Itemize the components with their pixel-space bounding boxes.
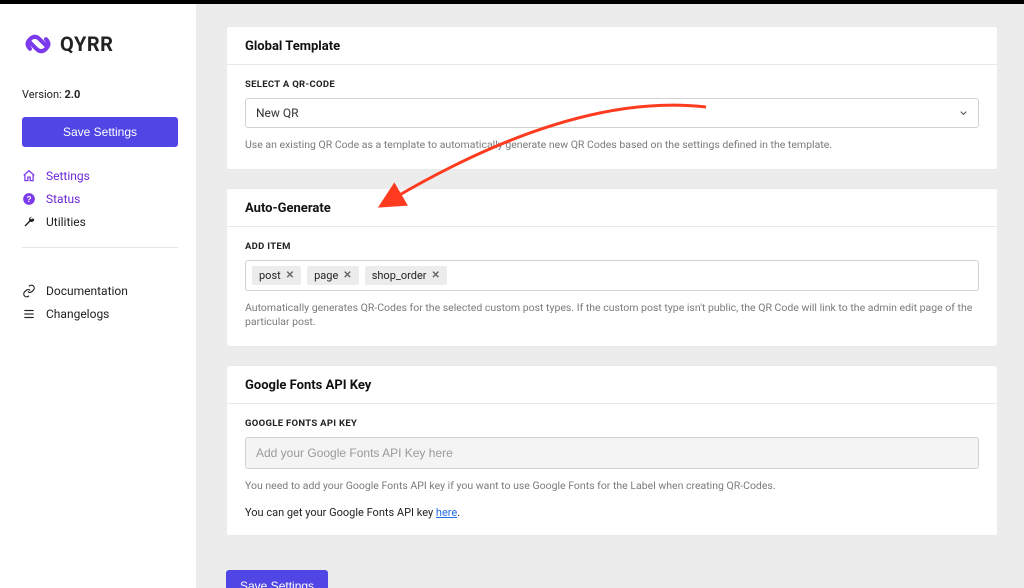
wrench-icon [22,215,36,229]
help-text-auto-generate: Automatically generates QR-Codes for the… [245,301,979,330]
panel-google-fonts: Google Fonts API Key GOOGLE FONTS API KE… [226,365,998,536]
tag-remove-icon[interactable]: ✕ [343,270,351,281]
question-icon: ? [22,192,36,206]
tag-label: post [259,269,281,282]
link-icon [22,284,36,298]
help-text-google-fonts: You need to add your Google Fonts API ke… [245,479,979,494]
field-label-api-key: GOOGLE FONTS API KEY [245,418,979,429]
panel-auto-generate: Auto-Generate ADD ITEM post ✕ page ✕ sho… [226,188,998,347]
sidebar-link-changelogs[interactable]: Changelogs [22,307,178,321]
brand-logo-icon [22,28,54,60]
save-settings-button[interactable]: Save Settings [226,570,328,588]
sidebar-link-label: Documentation [46,284,128,298]
sidebar: QYRR Version: 2.0 Save Settings Settings… [0,4,196,588]
sidebar-link-label: Changelogs [46,307,109,321]
sidebar-item-label: Settings [46,169,90,183]
brand-name: QYRR [60,32,113,56]
tag-post: post ✕ [252,266,301,285]
tag-label: shop_order [372,269,427,282]
sidebar-nav: Settings ? Status Utilities [22,169,178,229]
sidebar-item-status[interactable]: ? Status [22,192,178,206]
field-label-select-qr: SELECT A QR-CODE [245,79,979,90]
sidebar-item-label: Status [46,192,80,206]
list-icon [22,307,36,321]
version-label: Version: 2.0 [22,88,178,101]
google-fonts-note: You can get your Google Fonts API key he… [245,506,979,519]
svg-text:?: ? [27,195,32,204]
qr-template-select[interactable]: New QR [245,98,979,128]
panel-title: Auto-Generate [227,189,997,227]
tag-remove-icon[interactable]: ✕ [432,270,440,281]
save-settings-sidebar-button[interactable]: Save Settings [22,117,178,147]
home-icon [22,169,36,183]
field-label-add-item: ADD ITEM [245,241,979,252]
google-fonts-api-key-input[interactable] [245,437,979,469]
tag-label: page [314,269,338,282]
sidebar-divider [22,247,178,248]
panel-title: Global Template [227,27,997,65]
sidebar-item-settings[interactable]: Settings [22,169,178,183]
panel-title: Google Fonts API Key [227,366,997,404]
help-text-global-template: Use an existing QR Code as a template to… [245,138,979,153]
brand-logo: QYRR [22,28,178,60]
google-fonts-link[interactable]: here [436,506,457,519]
sidebar-links: Documentation Changelogs [22,284,178,321]
panel-global-template: Global Template SELECT A QR-CODE New QR … [226,26,998,170]
main-content: Global Template SELECT A QR-CODE New QR … [196,4,1024,588]
sidebar-link-documentation[interactable]: Documentation [22,284,178,298]
sidebar-item-label: Utilities [46,215,86,229]
post-type-tag-input[interactable]: post ✕ page ✕ shop_order ✕ [245,260,979,291]
tag-page: page ✕ [307,266,359,285]
tag-shop-order: shop_order ✕ [365,266,447,285]
tag-remove-icon[interactable]: ✕ [286,270,294,281]
sidebar-item-utilities[interactable]: Utilities [22,215,178,229]
